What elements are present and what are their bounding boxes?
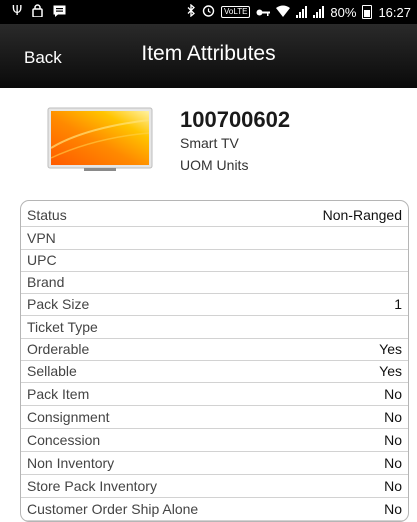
signal-icon [313, 6, 325, 18]
attribute-label: Pack Size [27, 296, 90, 312]
attribute-row-concession: Concession No [21, 429, 408, 452]
attribute-row-non-inventory: Non Inventory No [21, 452, 408, 475]
signal-icon [296, 6, 308, 18]
attribute-value: No [384, 501, 402, 517]
item-number: 100700602 [180, 107, 291, 132]
attribute-row-pack-item: Pack Item No [21, 383, 408, 406]
item-description: Smart TV [180, 135, 239, 151]
attribute-value: Yes [379, 363, 402, 379]
attribute-value: No [384, 432, 402, 448]
lock-icon [32, 4, 43, 20]
item-summary: 100700602 Smart TV UOM Units [0, 88, 417, 192]
wifi-icon [276, 5, 291, 20]
attribute-row-status: Status Non-Ranged [21, 204, 408, 227]
usb-icon: Ψ [12, 4, 23, 19]
clock: 16:27 [378, 4, 411, 20]
attribute-label: Brand [27, 274, 65, 290]
alarm-icon [202, 4, 215, 20]
item-uom: UOM Units [180, 157, 249, 173]
attributes-table: Status Non-Ranged VPN UPC Brand Pack Siz… [20, 200, 409, 522]
page-title: Item Attributes [141, 42, 276, 65]
key-icon [256, 5, 271, 20]
attribute-label: Non Inventory [27, 455, 115, 471]
attribute-row-upc: UPC [21, 249, 408, 272]
attribute-row-consignment: Consignment No [21, 406, 408, 429]
attribute-value: Non-Ranged [322, 207, 402, 223]
attribute-row-store-pack-inventory: Store Pack Inventory No [21, 475, 408, 498]
attribute-label: Customer Order Ship Alone [27, 501, 199, 517]
attribute-label: VPN [27, 230, 56, 246]
attribute-label: Orderable [27, 341, 90, 357]
attribute-value: No [384, 478, 402, 494]
attribute-label: Status [27, 207, 67, 223]
attribute-label: Sellable [27, 363, 77, 379]
battery-percent: 80% [330, 4, 357, 20]
attribute-value: No [384, 386, 402, 402]
attribute-row-vpn: VPN [21, 227, 408, 250]
attribute-row-ticket-type: Ticket Type [21, 316, 408, 339]
attribute-label: Concession [27, 432, 101, 448]
attribute-row-brand: Brand [21, 271, 408, 294]
item-image [44, 98, 156, 180]
attribute-label: Store Pack Inventory [27, 478, 157, 494]
message-icon [53, 5, 66, 20]
attribute-value: No [384, 409, 402, 425]
status-bar-left: Ψ [0, 0, 66, 24]
attribute-row-pack-size: Pack Size 1 [21, 293, 408, 316]
attribute-value: No [384, 455, 402, 471]
attribute-value: 1 [394, 296, 402, 312]
battery-icon [362, 5, 373, 19]
attribute-label: UPC [27, 252, 57, 268]
attribute-row-orderable: Orderable Yes [21, 338, 408, 361]
attribute-label: Pack Item [27, 386, 90, 402]
volte-icon: VoLTE [221, 6, 251, 18]
attribute-value: Yes [379, 341, 402, 357]
attribute-row-sellable: Sellable Yes [21, 360, 408, 383]
status-bar: Ψ VoLTE 80% 16:27 [0, 0, 417, 24]
bluetooth-icon [187, 3, 196, 20]
app-header: Back Item Attributes [0, 24, 417, 88]
attribute-label: Consignment [27, 409, 110, 425]
attribute-label: Ticket Type [27, 319, 98, 335]
status-bar-right: VoLTE 80% 16:27 [187, 3, 417, 20]
